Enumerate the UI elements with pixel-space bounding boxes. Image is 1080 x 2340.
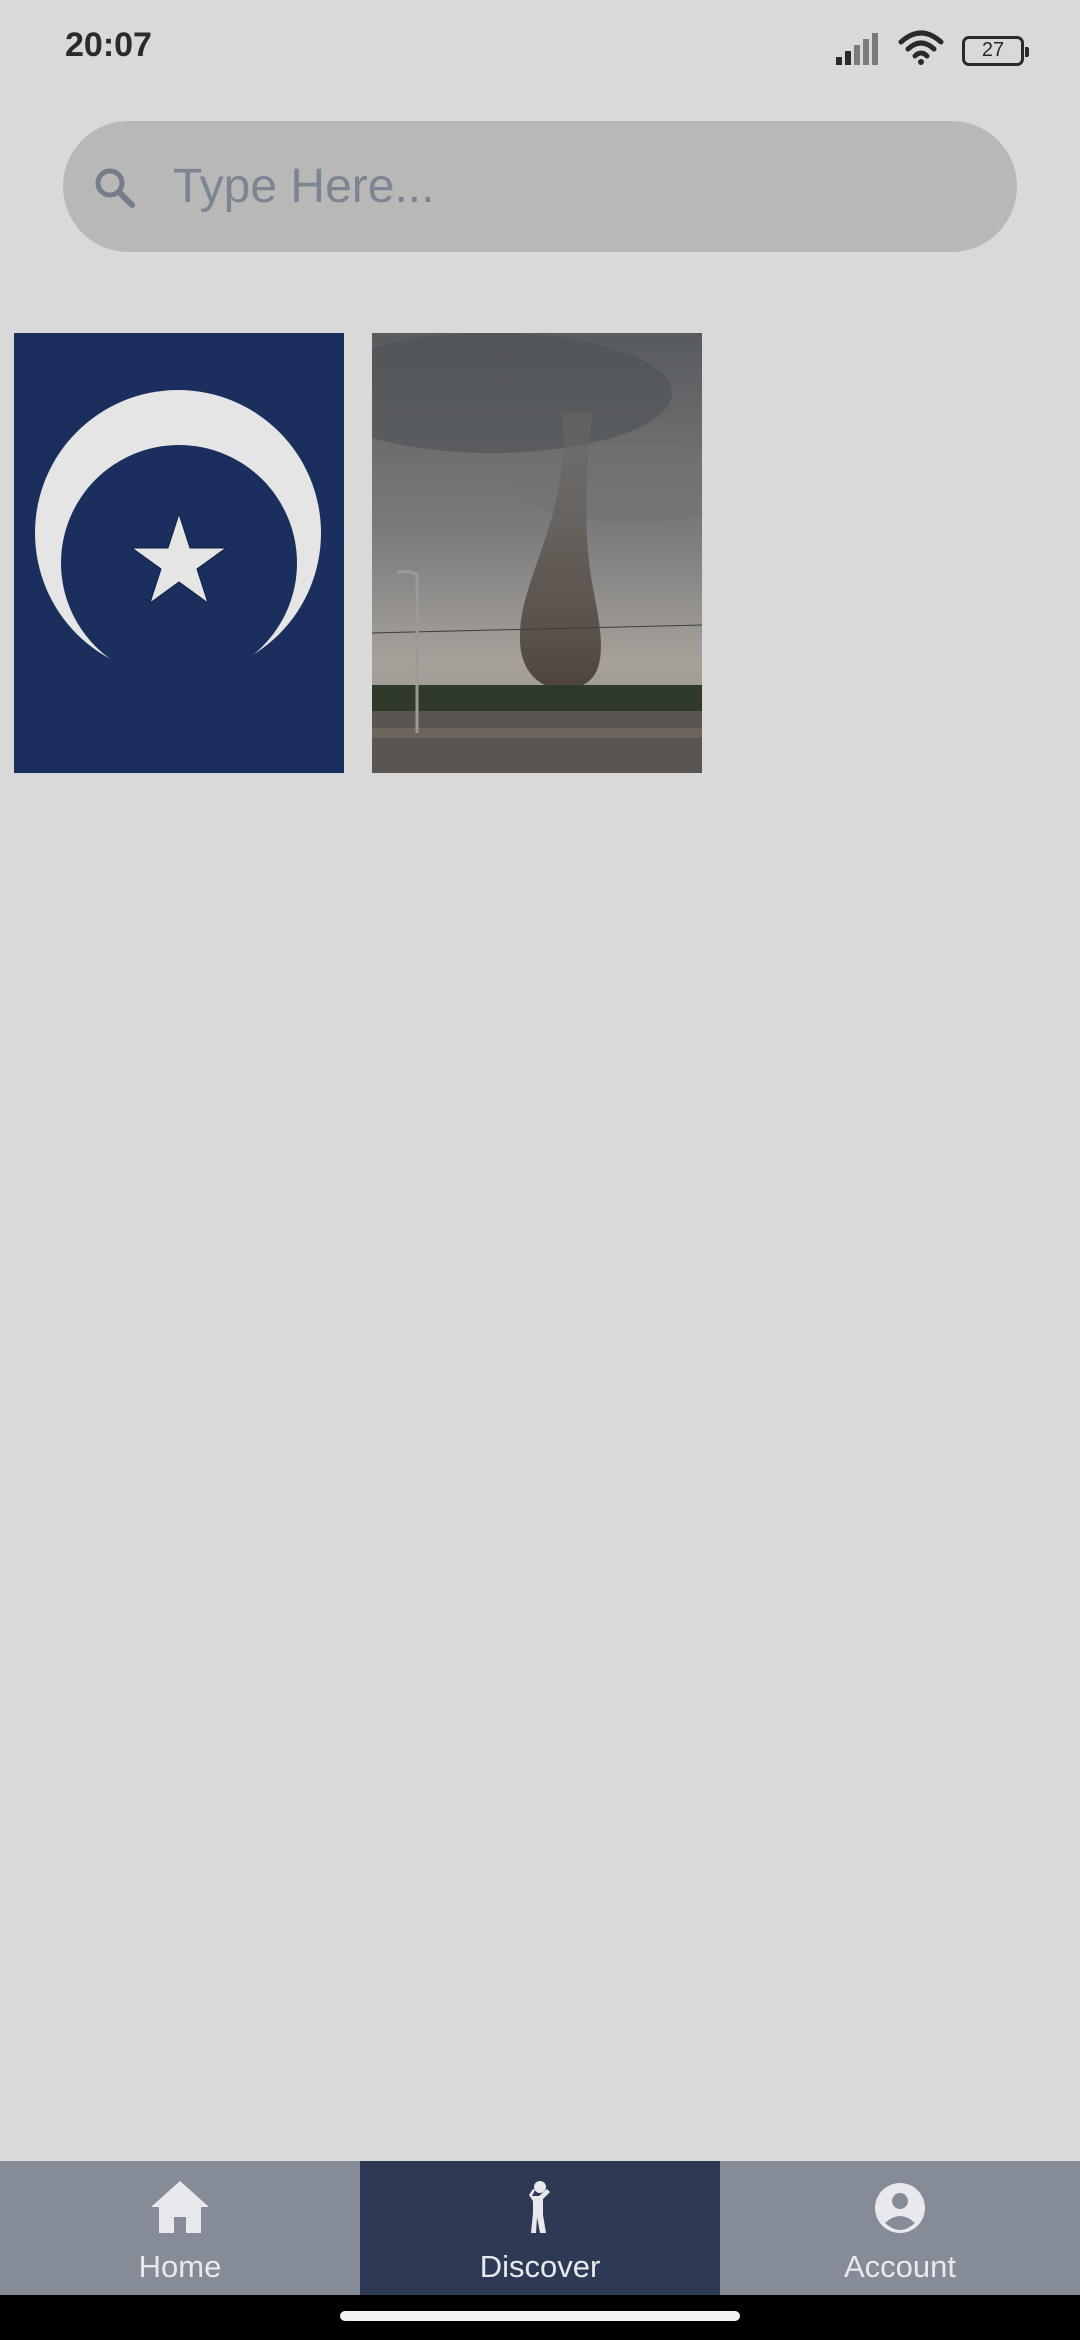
nav-item-home[interactable]: Home bbox=[0, 2161, 360, 2295]
status-bar: 20:07 27 bbox=[0, 0, 1080, 96]
nav-label-home: Home bbox=[138, 2249, 222, 2284]
tornado-photo[interactable] bbox=[372, 333, 702, 773]
home-icon bbox=[147, 2175, 213, 2241]
nav-label-discover: Discover bbox=[479, 2249, 601, 2284]
signal-icon bbox=[836, 31, 880, 70]
search-bar[interactable] bbox=[63, 121, 1017, 252]
nav-item-account[interactable]: Account bbox=[720, 2161, 1080, 2295]
crescent-star-logo[interactable] bbox=[14, 333, 344, 773]
gesture-area bbox=[0, 2295, 1080, 2340]
status-time: 20:07 bbox=[65, 26, 152, 64]
account-icon bbox=[867, 2175, 933, 2241]
nav-item-discover[interactable]: Discover bbox=[360, 2161, 720, 2295]
discover-icon bbox=[507, 2175, 573, 2241]
wifi-icon bbox=[898, 30, 944, 71]
search-input[interactable] bbox=[173, 121, 973, 252]
search-icon bbox=[91, 164, 139, 212]
nav-label-account: Account bbox=[843, 2249, 956, 2284]
status-icons: 27 bbox=[836, 30, 1029, 71]
battery-icon: 27 bbox=[962, 35, 1029, 66]
bottom-nav: Home Discover Account bbox=[0, 2161, 1080, 2295]
gesture-handle[interactable] bbox=[340, 2311, 740, 2321]
